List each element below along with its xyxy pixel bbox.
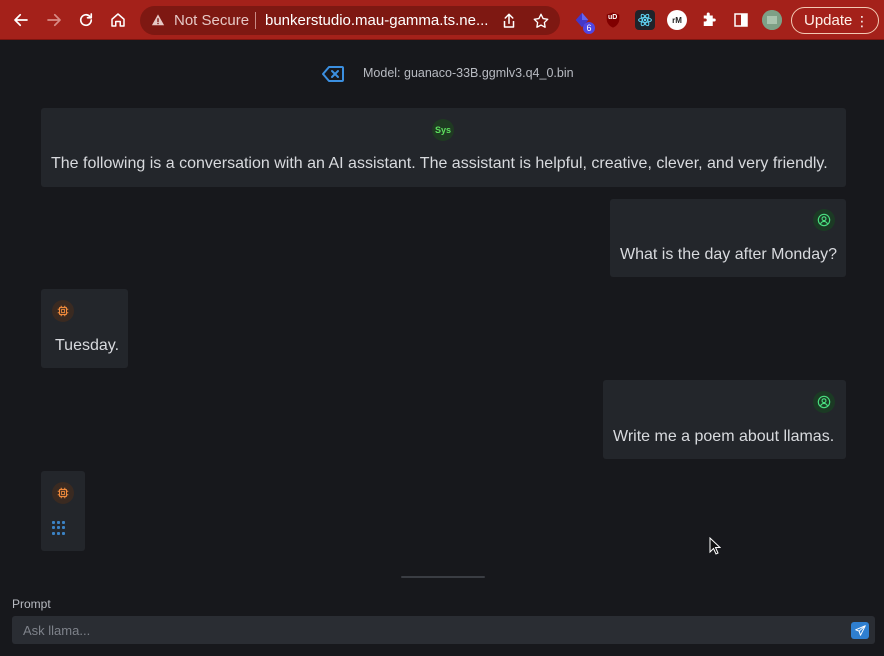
react-icon xyxy=(638,13,652,27)
side-panel-button[interactable] xyxy=(731,10,751,30)
assistant-message: Tuesday. xyxy=(41,289,128,368)
home-button[interactable] xyxy=(106,8,130,32)
message-text: Write me a poem about llamas. xyxy=(613,428,835,445)
update-button[interactable]: Update ⋮ xyxy=(791,7,879,34)
send-button[interactable] xyxy=(851,622,869,639)
rm-label: rM xyxy=(672,15,682,25)
user-icon xyxy=(817,395,831,409)
extension-ublock[interactable]: uD xyxy=(603,10,623,30)
user-icon xyxy=(817,213,831,227)
loading-indicator-icon xyxy=(52,521,66,535)
assistant-avatar xyxy=(52,300,74,322)
back-button[interactable] xyxy=(9,8,33,32)
arrow-right-icon xyxy=(47,13,61,27)
warning-icon xyxy=(151,14,165,26)
puzzle-icon xyxy=(703,12,716,26)
forward-button[interactable] xyxy=(42,8,66,32)
profile-icon xyxy=(762,10,782,30)
prompt-label: Prompt xyxy=(12,597,51,611)
chip-icon xyxy=(57,487,69,499)
reload-icon xyxy=(79,13,93,27)
clear-chat-icon[interactable] xyxy=(322,66,344,82)
menu-dots-icon[interactable]: ⋮ xyxy=(855,14,869,28)
user-message: Write me a poem about llamas. xyxy=(603,380,846,459)
ublock-label: uD xyxy=(608,14,618,21)
url-text[interactable]: bunkerstudio.mau-gamma.ts.ne... xyxy=(265,12,488,29)
extension-react[interactable] xyxy=(635,10,655,30)
mouse-cursor-icon xyxy=(709,537,721,555)
system-message: Sys The following is a conversation with… xyxy=(41,108,846,187)
security-label[interactable]: Not Secure xyxy=(174,12,249,29)
extension-rm[interactable]: rM xyxy=(667,10,687,30)
user-message: What is the day after Monday? xyxy=(610,199,846,277)
address-bar[interactable]: Not Secure bunkerstudio.mau-gamma.ts.ne.… xyxy=(140,6,560,35)
scroll-divider xyxy=(401,576,485,578)
update-label: Update xyxy=(804,12,853,29)
chip-icon xyxy=(57,305,69,317)
prompt-input[interactable] xyxy=(12,616,875,644)
side-panel-icon xyxy=(734,13,748,27)
system-avatar: Sys xyxy=(432,119,454,141)
assistant-message xyxy=(41,471,85,551)
reload-button[interactable] xyxy=(74,8,98,32)
address-separator xyxy=(255,12,256,29)
star-icon[interactable] xyxy=(532,12,550,30)
send-icon xyxy=(854,625,866,636)
browser-toolbar: Not Secure bunkerstudio.mau-gamma.ts.ne.… xyxy=(0,0,884,40)
model-label: Model: guanaco-33B.ggmlv3.q4_0.bin xyxy=(363,66,574,80)
assistant-avatar xyxy=(52,482,74,504)
user-avatar xyxy=(813,391,835,413)
extensions-button[interactable] xyxy=(699,10,719,30)
share-icon[interactable] xyxy=(500,12,518,30)
message-text: What is the day after Monday? xyxy=(620,246,837,263)
extension-badge: 6 xyxy=(583,22,595,34)
profile-avatar[interactable] xyxy=(762,10,782,30)
home-icon xyxy=(111,13,125,27)
message-text: The following is a conversation with an … xyxy=(51,155,828,172)
message-text: Tuesday. xyxy=(55,337,120,354)
arrow-left-icon xyxy=(14,13,28,27)
user-avatar xyxy=(813,209,835,231)
